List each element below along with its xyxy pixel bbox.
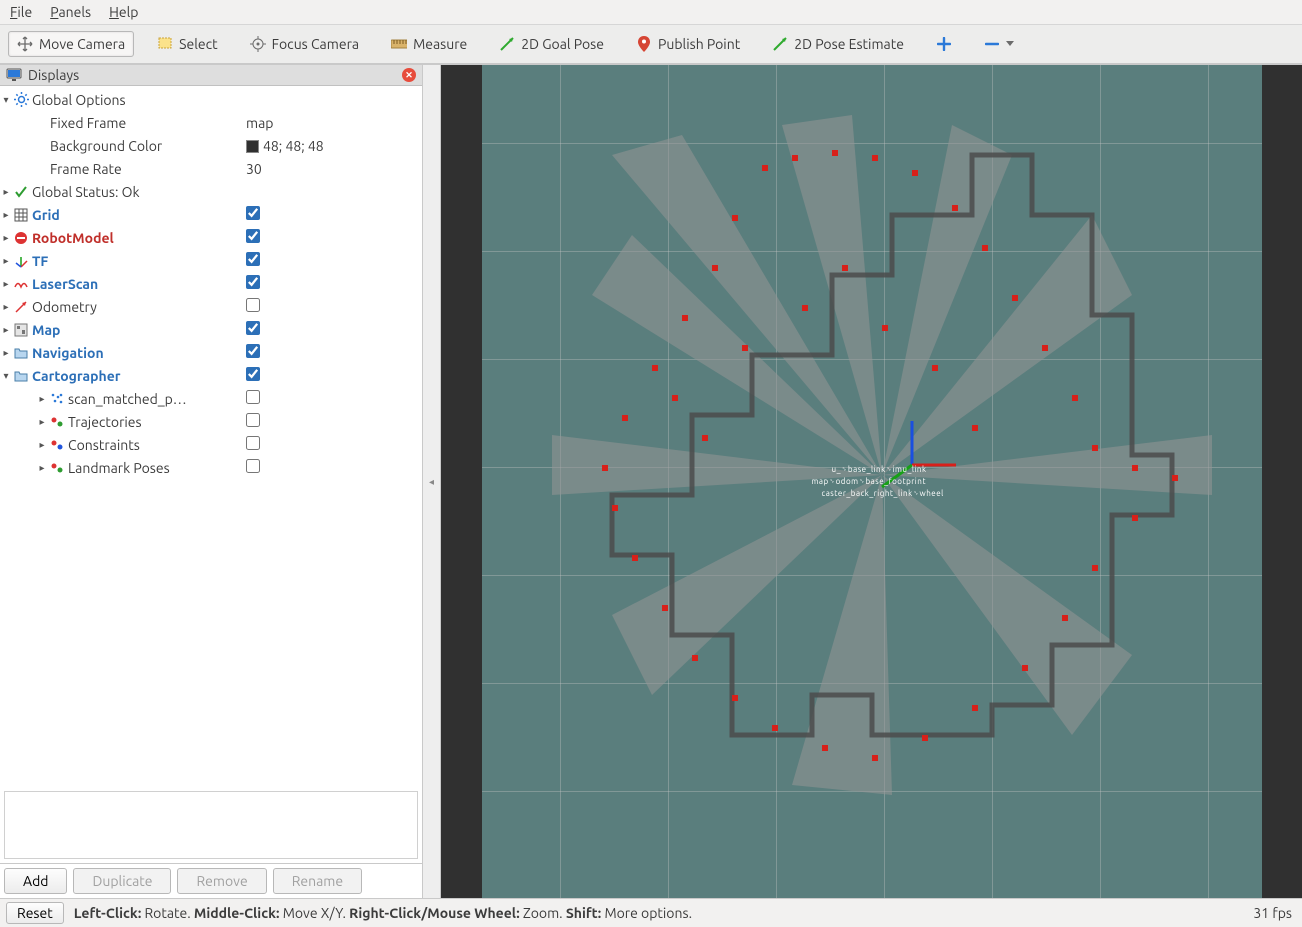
- tool-goal-pose-label: 2D Goal Pose: [521, 36, 604, 52]
- plus-icon: [936, 36, 952, 52]
- tree-item-global-options[interactable]: ▾ Global Options: [0, 88, 422, 111]
- checkbox-laserscan[interactable]: [246, 275, 260, 289]
- rename-button: Rename: [273, 868, 362, 894]
- markers-icon: [48, 415, 66, 429]
- collapse-icon: ◂: [429, 476, 434, 488]
- fps-counter: 31 fps: [1253, 905, 1296, 921]
- checkbox-navigation[interactable]: [246, 344, 260, 358]
- duplicate-button: Duplicate: [73, 868, 171, 894]
- tree-item-landmark-poses[interactable]: ▸ Landmark Poses: [0, 456, 422, 479]
- color-swatch: [246, 140, 259, 153]
- move-camera-icon: [17, 36, 33, 52]
- checkbox-scan-matched[interactable]: [246, 390, 260, 404]
- panel-title-text: Displays: [28, 67, 79, 83]
- menu-help[interactable]: Help: [109, 4, 138, 20]
- tool-add[interactable]: [927, 31, 961, 57]
- tool-publish-point-label: Publish Point: [658, 36, 740, 52]
- status-bar: Reset Left-Click: Rotate. Middle-Click: …: [0, 898, 1302, 927]
- tree-item-grid[interactable]: ▸ Grid: [0, 203, 422, 226]
- prop-background-color[interactable]: Background Color 48; 48; 48: [0, 134, 422, 157]
- displays-panel: Displays ✕ ▾ Global Options Fixed Frame …: [0, 65, 423, 898]
- tree-item-cartographer[interactable]: ▾ Cartographer: [0, 364, 422, 387]
- prop-fixed-frame[interactable]: Fixed Frame map: [0, 111, 422, 134]
- pose-estimate-icon: [772, 36, 788, 52]
- markers-icon: [48, 461, 66, 475]
- tool-2d-pose-estimate[interactable]: 2D Pose Estimate: [763, 31, 913, 57]
- gear-icon: [12, 92, 30, 107]
- focus-camera-icon: [250, 36, 266, 52]
- error-icon: [12, 231, 30, 245]
- tree-item-trajectories[interactable]: ▸ Trajectories: [0, 410, 422, 433]
- tool-move-camera[interactable]: Move Camera: [8, 31, 134, 57]
- map-icon: [12, 323, 30, 337]
- tool-focus-camera[interactable]: Focus Camera: [241, 31, 368, 57]
- tree-item-tf[interactable]: ▸ TF: [0, 249, 422, 272]
- status-hints: Left-Click: Rotate. Middle-Click: Move X…: [74, 905, 1244, 921]
- checkbox-odometry[interactable]: [246, 298, 260, 312]
- main-area: Displays ✕ ▾ Global Options Fixed Frame …: [0, 64, 1302, 898]
- panel-header: Displays ✕: [0, 65, 422, 86]
- checkbox-trajectories[interactable]: [246, 413, 260, 427]
- tree-item-scan-matched[interactable]: ▸ scan_matched_p…: [0, 387, 422, 410]
- minus-icon: [984, 36, 1000, 52]
- tree-item-constraints[interactable]: ▸ Constraints: [0, 433, 422, 456]
- tool-measure[interactable]: Measure: [382, 31, 476, 57]
- checkbox-cartographer[interactable]: [246, 367, 260, 381]
- folder-icon: [12, 347, 30, 359]
- tree-item-map[interactable]: ▸ Map: [0, 318, 422, 341]
- menu-bar: File Panels Help: [0, 0, 1302, 25]
- dropdown-icon: [1006, 36, 1014, 52]
- tool-2d-goal-pose[interactable]: 2D Goal Pose: [490, 31, 613, 57]
- description-box: [4, 791, 418, 859]
- toolbar: Move Camera Select Focus Camera Measure …: [0, 25, 1302, 64]
- select-icon: [157, 36, 173, 52]
- checkbox-grid[interactable]: [246, 206, 260, 220]
- tree-item-odometry[interactable]: ▸ Odometry: [0, 295, 422, 318]
- checkbox-constraints[interactable]: [246, 436, 260, 450]
- markers-icon: [48, 438, 66, 452]
- render-view[interactable]: u_␠base_link␠imu_link map␠odom␠base_foot…: [441, 65, 1302, 898]
- goal-pose-icon: [499, 36, 515, 52]
- pointcloud-icon: [48, 392, 66, 406]
- tool-select-label: Select: [179, 36, 217, 52]
- checkbox-landmark-poses[interactable]: [246, 459, 260, 473]
- checkbox-map[interactable]: [246, 321, 260, 335]
- remove-button: Remove: [177, 868, 266, 894]
- tool-publish-point[interactable]: Publish Point: [627, 31, 749, 57]
- prop-frame-rate[interactable]: Frame Rate 30: [0, 157, 422, 180]
- tool-select[interactable]: Select: [148, 31, 226, 57]
- folder-icon: [12, 370, 30, 382]
- checkbox-robotmodel[interactable]: [246, 229, 260, 243]
- monitor-icon: [6, 68, 22, 82]
- tool-move-camera-label: Move Camera: [39, 36, 125, 52]
- panel-close-button[interactable]: ✕: [402, 68, 416, 82]
- check-icon: [12, 185, 30, 199]
- display-tree: ▾ Global Options Fixed Frame map Backgro…: [0, 86, 422, 787]
- grid-icon: [12, 208, 30, 222]
- odometry-icon: [12, 300, 30, 314]
- panel-splitter[interactable]: ◂: [423, 65, 441, 898]
- measure-icon: [391, 36, 407, 52]
- tool-remove[interactable]: [975, 31, 1023, 57]
- tool-measure-label: Measure: [413, 36, 467, 52]
- add-button[interactable]: Add: [4, 868, 67, 894]
- panel-button-row: Add Duplicate Remove Rename: [0, 863, 422, 898]
- menu-panels[interactable]: Panels: [50, 4, 91, 20]
- tree-item-laserscan[interactable]: ▸ LaserScan: [0, 272, 422, 295]
- menu-file[interactable]: File: [10, 4, 32, 20]
- tool-pose-estimate-label: 2D Pose Estimate: [794, 36, 904, 52]
- tf-icon: [12, 254, 30, 268]
- tool-focus-camera-label: Focus Camera: [272, 36, 359, 52]
- laserscan-icon: [12, 277, 30, 291]
- tree-item-global-status[interactable]: ▸ Global Status: Ok: [0, 180, 422, 203]
- checkbox-tf[interactable]: [246, 252, 260, 266]
- publish-point-icon: [636, 36, 652, 52]
- reset-button[interactable]: Reset: [6, 902, 64, 924]
- tree-item-navigation[interactable]: ▸ Navigation: [0, 341, 422, 364]
- tree-item-robotmodel[interactable]: ▸ RobotModel: [0, 226, 422, 249]
